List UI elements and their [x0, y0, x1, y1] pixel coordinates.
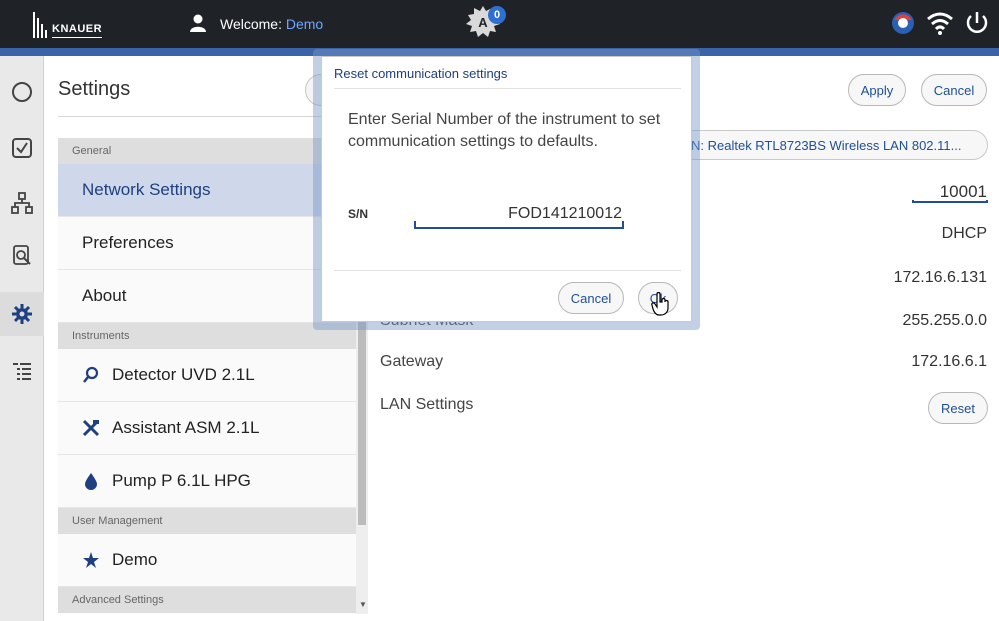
- group-header-user-management: User Management: [58, 508, 356, 534]
- sidebar-item-label: Pump P 6.1L HPG: [112, 471, 251, 490]
- sidebar-item-label: Detector UVD 2.1L: [112, 365, 255, 384]
- group-header-instruments: Instruments: [58, 323, 356, 349]
- subnet-mask-value: 255.255.0.0: [902, 312, 987, 329]
- input-tick-right: [622, 221, 624, 229]
- sidebar-item-assistant[interactable]: Assistant ASM 2.1L: [58, 402, 356, 455]
- gateway-label: Gateway: [380, 353, 444, 370]
- rail-sequence-button[interactable]: [0, 350, 44, 394]
- svg-text:A: A: [478, 15, 488, 30]
- welcome-text: Welcome: Demo: [220, 16, 323, 32]
- wifi-icon[interactable]: [926, 10, 954, 36]
- sidebar-item-label: Assistant ASM 2.1L: [112, 418, 260, 437]
- reset-communication-dialog: Reset communication settings Enter Seria…: [321, 56, 692, 322]
- hand-cursor-icon: [651, 292, 669, 316]
- rail-run-button[interactable]: [0, 70, 44, 114]
- sidebar-item-label: Network Settings: [82, 180, 211, 199]
- search-icon: [82, 366, 100, 384]
- welcome-user[interactable]: Demo: [286, 16, 323, 32]
- page-title: Settings: [58, 78, 131, 100]
- sidebar-item-about[interactable]: About: [58, 270, 356, 323]
- knauer-logo: KNAUER: [32, 10, 103, 38]
- list-scroll-thumb[interactable]: [358, 305, 366, 525]
- input-tick-left: [414, 221, 416, 229]
- sidebar-item-pump[interactable]: Pump P 6.1L HPG: [58, 455, 356, 508]
- top-bar: KNAUER Welcome: Demo A 0: [0, 0, 999, 48]
- checkbox-icon: [12, 138, 32, 158]
- port-value[interactable]: 10001: [940, 182, 987, 202]
- title-divider: [58, 116, 348, 117]
- network-icon: [11, 192, 33, 214]
- dialog-cancel-button[interactable]: Cancel: [558, 282, 624, 314]
- brand-name: KNAUER: [52, 23, 103, 38]
- serial-number-input[interactable]: [414, 201, 624, 229]
- sidebar-item-label: Demo: [112, 550, 158, 569]
- network-adapter-select[interactable]: N: Realtek RTL8723BS Wireless LAN 802.11…: [680, 130, 988, 160]
- sidebar-item-preferences[interactable]: Preferences: [58, 217, 356, 270]
- settings-list: General Network Settings Preferences Abo…: [58, 138, 356, 614]
- ip-address-value: 172.16.6.131: [893, 269, 987, 286]
- sidebar-item-user-demo[interactable]: Demo: [58, 534, 356, 587]
- lan-reset-button[interactable]: Reset: [928, 392, 988, 424]
- knauer-logo-mark: [32, 12, 48, 38]
- left-rail: [0, 56, 44, 621]
- scroll-down-arrow-icon[interactable]: ▼: [359, 600, 367, 609]
- sidebar-item-network-settings[interactable]: Network Settings: [58, 164, 356, 217]
- status-indicator-icon[interactable]: [890, 10, 916, 36]
- gateway-value: 172.16.6.1: [911, 353, 987, 370]
- list-tree-icon: [13, 363, 31, 380]
- dialog-message: Enter Serial Number of the instrument to…: [348, 111, 661, 150]
- settings-gear-icon: [12, 304, 32, 324]
- lan-settings-label: LAN Settings: [380, 396, 474, 413]
- droplet-icon: [82, 472, 100, 490]
- ip-mode-value[interactable]: DHCP: [942, 225, 987, 243]
- rail-network-button[interactable]: [0, 181, 44, 225]
- dialog-divider: [334, 88, 681, 89]
- port-input-underline: [912, 200, 988, 203]
- power-icon[interactable]: [964, 10, 990, 36]
- serial-number-label: S/N: [348, 207, 369, 221]
- circle-icon: [12, 82, 32, 102]
- tools-icon: [82, 419, 100, 437]
- report-search-icon: [13, 245, 31, 265]
- sidebar-item-label: Preferences: [82, 233, 174, 252]
- dialog-title: Reset communication settings: [334, 66, 508, 81]
- alarm-count-badge: 0: [488, 6, 506, 24]
- rail-report-button[interactable]: [0, 234, 44, 278]
- sidebar-item-detector[interactable]: Detector UVD 2.1L: [58, 349, 356, 402]
- group-header-advanced-settings: Advanced Settings: [58, 587, 356, 613]
- star-icon: [82, 551, 100, 569]
- cancel-button[interactable]: Cancel: [921, 74, 987, 106]
- apply-button[interactable]: Apply: [848, 74, 906, 106]
- dialog-footer-divider: [334, 270, 681, 271]
- welcome-label: Welcome:: [220, 16, 282, 32]
- user-icon: [190, 14, 206, 32]
- rail-settings-button[interactable]: [0, 292, 44, 336]
- group-header-general: General: [58, 138, 356, 164]
- rail-tasks-button[interactable]: [0, 126, 44, 170]
- sidebar-item-label: About: [82, 286, 127, 305]
